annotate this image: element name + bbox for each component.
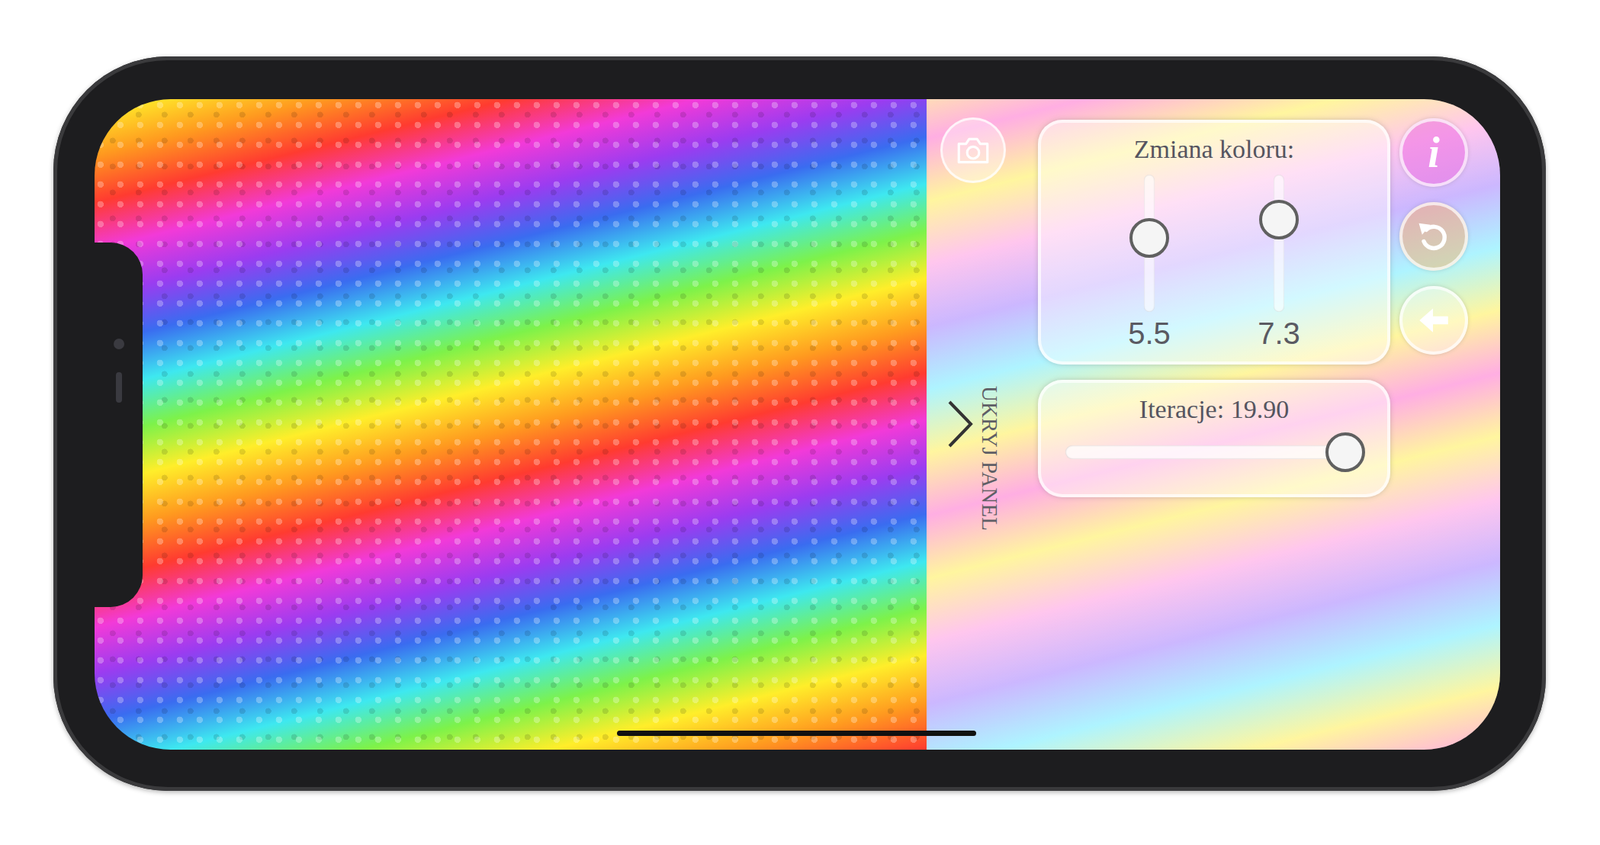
fractal-image	[94, 99, 927, 750]
hide-panel-toggle[interactable]: UKRYJ PANEL	[944, 318, 1003, 531]
slider-value: 5.5	[1127, 316, 1171, 351]
color-change-card: Zmiana koloru: 5.5 7.3	[1037, 119, 1391, 365]
camera-icon	[954, 131, 993, 170]
slider-knob[interactable]	[1259, 199, 1299, 240]
color-slider: 7.3	[1256, 174, 1302, 351]
arrow-left-icon	[1414, 301, 1453, 340]
reset-button[interactable]	[1399, 202, 1469, 271]
phone-frame: UKRYJ PANEL Zmiana koloru: 5.5 7.3 Iteracje:…	[53, 56, 1546, 791]
color-change-title: Zmiana koloru:	[1134, 134, 1295, 164]
speaker-icon	[115, 372, 123, 403]
slider-track[interactable]	[1273, 174, 1285, 312]
hide-panel-label: UKRYJ PANEL	[976, 318, 1003, 531]
phone-notch	[94, 242, 143, 608]
home-indicator	[616, 730, 977, 736]
iterations-slider[interactable]	[1065, 445, 1363, 460]
controls-column: Zmiana koloru: 5.5 7.3 Iteracje: 19.90	[1037, 99, 1391, 498]
slider-track[interactable]	[1143, 174, 1155, 312]
info-label: i	[1427, 131, 1440, 174]
color-slider: 5.5	[1126, 174, 1173, 351]
side-panel: UKRYJ PANEL Zmiana koloru: 5.5 7.3 Iteracje:…	[926, 99, 1501, 750]
slider-knob[interactable]	[1325, 432, 1366, 473]
info-button[interactable]: i	[1399, 118, 1469, 187]
refresh-icon	[1413, 216, 1454, 257]
screen: UKRYJ PANEL Zmiana koloru: 5.5 7.3 Iteracje:…	[94, 99, 1501, 750]
chevron-right-icon	[944, 397, 976, 451]
camera-button[interactable]	[940, 117, 1006, 184]
back-button[interactable]	[1399, 285, 1469, 355]
iterations-card: Iteracje: 19.90	[1037, 379, 1391, 498]
page: UKRYJ PANEL Zmiana koloru: 5.5 7.3 Iteracje:…	[0, 0, 1600, 845]
front-camera-icon	[113, 338, 125, 350]
action-buttons: i	[1399, 99, 1469, 355]
panel-left-column: UKRYJ PANEL	[938, 99, 1008, 750]
iterations-label: Iteracje: 19.90	[1139, 395, 1289, 425]
slider-knob[interactable]	[1129, 218, 1170, 258]
color-sliders: 5.5 7.3	[1126, 174, 1302, 351]
slider-value: 7.3	[1257, 316, 1301, 351]
